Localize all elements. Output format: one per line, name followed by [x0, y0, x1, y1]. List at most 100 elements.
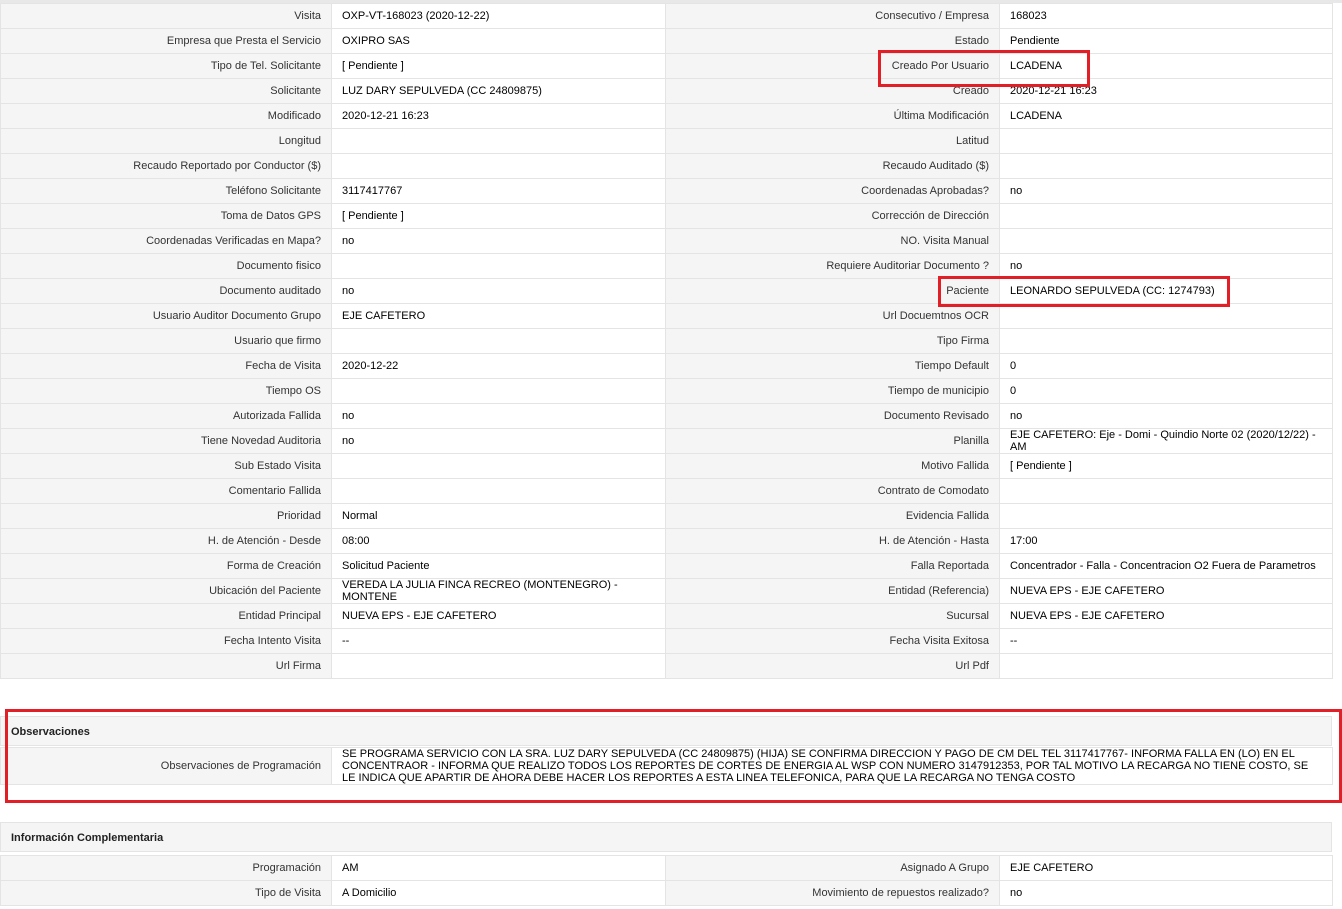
field-value [999, 153, 1333, 179]
detail-row: Tipo de Tel. Solicitante[ Pendiente ] Cre… [0, 53, 1333, 79]
detail-row: Documento fisico Requiere Auditoriar Docu… [0, 253, 1333, 279]
detail-row: Longitud Latitud [0, 128, 1333, 154]
field-value: 168023 [999, 3, 1333, 29]
field-label: Autorizada Fallida [0, 403, 332, 429]
detail-row: Tiene Novedad Auditoria no Planilla EJE CA… [0, 428, 1333, 454]
field-value: AM [331, 855, 666, 881]
field-value: no [999, 880, 1333, 906]
field-label: Planilla [665, 428, 1000, 454]
detail-row: Prioridad Normal Evidencia Fallida [0, 503, 1333, 529]
field-label: Recaudo Auditado ($) [665, 153, 1000, 179]
field-value: 0 [999, 353, 1333, 379]
field-value: OXIPRO SAS [331, 28, 666, 54]
field-value: no [331, 278, 666, 304]
field-value: no [331, 228, 666, 254]
detail-row: Coordenadas Verificadas en Mapa? no NO. V… [0, 228, 1333, 254]
field-label: Tiempo OS [0, 378, 332, 404]
field-label: Documento auditado [0, 278, 332, 304]
observaciones-row: Observaciones de Programación SE PROGRAM… [0, 747, 1333, 785]
field-value [331, 378, 666, 404]
field-value: no [999, 178, 1333, 204]
detail-row: Documento auditado no Paciente LEONARDO SE… [0, 278, 1333, 304]
field-label: Solicitante [0, 78, 332, 104]
field-label: Paciente [665, 278, 1000, 304]
detail-row: Forma de Creación Solicitud Paciente Falla… [0, 553, 1333, 579]
field-label: Asignado A Grupo [665, 855, 1000, 881]
visit-details-body: Visita OXP-VT-168023 (2020-12-22) Consecut… [0, 3, 1333, 679]
field-value: Pendiente [999, 28, 1333, 54]
detail-row: Modificado 2020-12-21 16:23 Última Modific… [0, 103, 1333, 129]
field-value [331, 478, 666, 504]
field-label: Consecutivo / Empresa [665, 3, 1000, 29]
detail-row: Visita OXP-VT-168023 (2020-12-22) Consecut… [0, 3, 1333, 29]
detail-row: Tipo de Visita A Domicilio Movimiento de r… [0, 880, 1333, 906]
detail-row: Teléfono Solicitante 3117417767 Coordenada… [0, 178, 1333, 204]
field-label: Coordenadas Verificadas en Mapa? [0, 228, 332, 254]
field-label: Url Docuemtnos OCR [665, 303, 1000, 329]
detail-row: Entidad Principal NUEVA EPS - EJE CAFETER… [0, 603, 1333, 629]
field-label: Falla Reportada [665, 553, 1000, 579]
observaciones-programacion-value: SE PROGRAMA SERVICIO CON LA SRA. LUZ DAR… [331, 747, 1333, 785]
field-label: Usuario Auditor Documento Grupo [0, 303, 332, 329]
field-label: Usuario que firmo [0, 328, 332, 354]
field-label: Coordenadas Aprobadas? [665, 178, 1000, 204]
field-label: Entidad (Referencia) [665, 578, 1000, 604]
field-label: Evidencia Fallida [665, 503, 1000, 529]
field-value [999, 478, 1333, 504]
field-value: no [999, 403, 1333, 429]
field-value [999, 303, 1333, 329]
field-value: LCADENA [999, 53, 1333, 79]
field-value [331, 653, 666, 679]
field-value: [ Pendiente ] [331, 203, 666, 229]
field-label: Tiempo de municipio [665, 378, 1000, 404]
field-label: Url Pdf [665, 653, 1000, 679]
detail-row: Url Firma Url Pdf [0, 653, 1333, 679]
field-value: no [331, 428, 666, 454]
field-value: [ Pendiente ] [999, 453, 1333, 479]
field-value: 2020-12-22 [331, 353, 666, 379]
detail-row: Fecha de Visita 2020-12-22 Tiempo Default… [0, 353, 1333, 379]
field-value [999, 203, 1333, 229]
field-label: Ubicación del Paciente [0, 578, 332, 604]
field-value: LEONARDO SEPULVEDA (CC: 1274793) [999, 278, 1333, 304]
detail-row: Autorizada Fallida no Documento Revisado … [0, 403, 1333, 429]
field-value: 2020-12-21 16:23 [999, 78, 1333, 104]
field-label: Documento Revisado [665, 403, 1000, 429]
field-label: Prioridad [0, 503, 332, 529]
informacion-complementaria-header: Información Complementaria [0, 822, 1332, 852]
visit-details-table: Visita OXP-VT-168023 (2020-12-22) Consecut… [0, 3, 1333, 679]
field-value [331, 128, 666, 154]
field-label: H. de Atención - Hasta [665, 528, 1000, 554]
detail-row: Tiempo OS Tiempo de municipio 0 [0, 378, 1333, 404]
field-label: Documento fisico [0, 253, 332, 279]
field-value: 0 [999, 378, 1333, 404]
detail-row: Empresa que Presta el Servicio OXIPRO SAS… [0, 28, 1333, 54]
field-label: Contrato de Comodato [665, 478, 1000, 504]
field-value: OXP-VT-168023 (2020-12-22) [331, 3, 666, 29]
field-value: EJE CAFETERO [331, 303, 666, 329]
detail-row: H. de Atención - Desde 08:00 H. de Atenció… [0, 528, 1333, 554]
field-value: NUEVA EPS - EJE CAFETERO [999, 603, 1333, 629]
field-value: EJE CAFETERO [999, 855, 1333, 881]
field-value: 08:00 [331, 528, 666, 554]
detail-row: Sub Estado Visita Motivo Fallida[ Pendien… [0, 453, 1333, 479]
field-value: LCADENA [999, 103, 1333, 129]
detail-row: Fecha Intento Visita -- Fecha Visita Exit… [0, 628, 1333, 654]
field-label: Longitud [0, 128, 332, 154]
field-label: Toma de Datos GPS [0, 203, 332, 229]
detail-row: Solicitante LUZ DARY SEPULVEDA (CC 248098… [0, 78, 1333, 104]
field-label: Comentario Fallida [0, 478, 332, 504]
field-label: Movimiento de repuestos realizado? [665, 880, 1000, 906]
field-value: 17:00 [999, 528, 1333, 554]
observaciones-programacion-label: Observaciones de Programación [0, 747, 332, 785]
field-label: Teléfono Solicitante [0, 178, 332, 204]
field-label: Corrección de Dirección [665, 203, 1000, 229]
field-value: 2020-12-21 16:23 [331, 103, 666, 129]
detail-row: Usuario Auditor Documento Grupo EJE CAFET… [0, 303, 1333, 329]
detail-row: Comentario Fallida Contrato de Comodato [0, 478, 1333, 504]
field-value: -- [331, 628, 666, 654]
field-value: no [331, 403, 666, 429]
field-value: LUZ DARY SEPULVEDA (CC 24809875) [331, 78, 666, 104]
field-label: Creado [665, 78, 1000, 104]
field-label: Url Firma [0, 653, 332, 679]
